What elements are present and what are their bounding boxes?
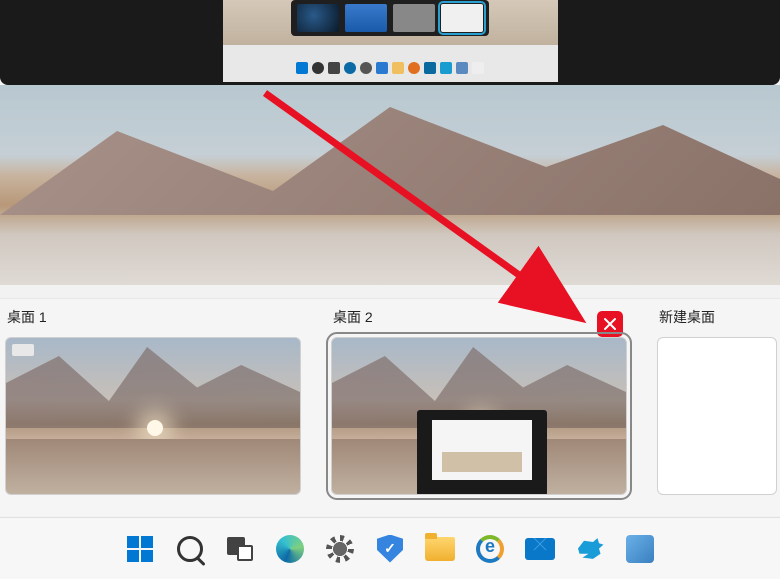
security-button[interactable] xyxy=(374,533,406,565)
preview-thumb-selected[interactable] xyxy=(441,4,483,32)
desktop-label[interactable]: 桌面 1 xyxy=(5,307,301,327)
preview-thumb[interactable] xyxy=(393,4,435,32)
mini-bird-icon xyxy=(440,62,452,74)
close-desktop-button[interactable] xyxy=(597,311,623,337)
preview-mini-taskbar xyxy=(296,62,484,74)
new-desktop-button[interactable]: 新建桌面 xyxy=(657,307,777,508)
thumb-open-window xyxy=(417,410,547,495)
app-button[interactable] xyxy=(624,533,656,565)
edge-button[interactable] xyxy=(274,533,306,565)
close-icon xyxy=(603,317,617,331)
messenger-button[interactable] xyxy=(574,533,606,565)
folder-icon xyxy=(425,537,455,561)
bird-icon xyxy=(575,536,605,562)
search-button[interactable] xyxy=(174,533,206,565)
mini-mail-icon xyxy=(424,62,436,74)
mini-settings-icon xyxy=(360,62,372,74)
thumb-foreground xyxy=(6,439,300,494)
task-view-button[interactable] xyxy=(224,533,256,565)
mini-shield-icon xyxy=(376,62,388,74)
shield-icon xyxy=(377,535,403,563)
desktop-wallpaper xyxy=(0,85,780,285)
preview-thumb[interactable] xyxy=(297,4,339,32)
mini-folder-icon xyxy=(392,62,404,74)
settings-gear-icon xyxy=(326,535,354,563)
mini-start-icon xyxy=(296,62,308,74)
edge-legacy-icon xyxy=(476,535,504,563)
mini-edge-legacy-icon xyxy=(408,62,420,74)
new-desktop-thumbnail[interactable] xyxy=(657,337,777,495)
mail-icon xyxy=(525,538,555,560)
wallpaper-mountain xyxy=(0,95,780,215)
preview-content xyxy=(223,0,558,82)
search-icon xyxy=(177,536,203,562)
mini-edge-icon xyxy=(344,62,356,74)
thumb-wallpaper xyxy=(6,338,300,428)
mini-file-icon xyxy=(472,62,484,74)
desktop-label[interactable]: 桌面 2 xyxy=(331,307,627,327)
mail-button[interactable] xyxy=(524,533,556,565)
desktop-thumbnail[interactable] xyxy=(331,337,627,495)
task-view-icon xyxy=(227,537,253,561)
mini-search-icon xyxy=(312,62,324,74)
edge-icon xyxy=(276,535,304,563)
windows-logo-icon xyxy=(127,536,153,562)
app-icon xyxy=(626,535,654,563)
active-window-preview xyxy=(0,0,780,85)
virtual-desktop-strip: 桌面 1 桌面 2 新建桌面 xyxy=(0,298,780,516)
edge-legacy-button[interactable] xyxy=(474,533,506,565)
file-explorer-button[interactable] xyxy=(424,533,456,565)
mini-store-icon xyxy=(456,62,468,74)
taskbar xyxy=(0,517,780,579)
mini-taskview-icon xyxy=(328,62,340,74)
preview-thumb-row xyxy=(291,0,489,36)
preview-thumb[interactable] xyxy=(345,4,387,32)
virtual-desktop-1[interactable]: 桌面 1 xyxy=(5,307,301,508)
thumb-window-indicator xyxy=(12,344,34,356)
new-desktop-label: 新建桌面 xyxy=(657,307,777,327)
settings-button[interactable] xyxy=(324,533,356,565)
desktop-thumbnail[interactable] xyxy=(5,337,301,495)
start-button[interactable] xyxy=(124,533,156,565)
virtual-desktop-2[interactable]: 桌面 2 xyxy=(331,307,627,508)
thumb-sun xyxy=(147,420,163,436)
